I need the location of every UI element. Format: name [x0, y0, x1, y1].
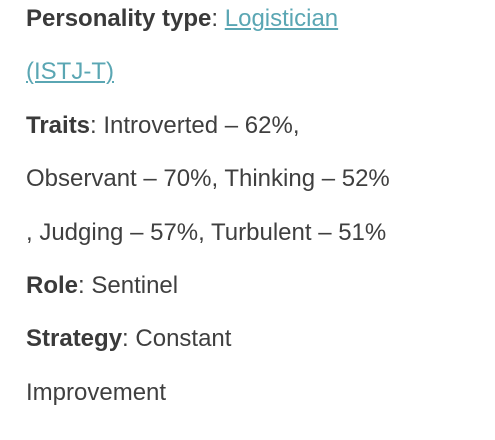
- strategy-line: Strategy: Constant: [26, 320, 466, 373]
- profile-details: Personality type: Logistician (ISTJ-T) T…: [26, 0, 466, 427]
- personality-type-separator: :: [211, 5, 225, 32]
- strategy-separator: :: [122, 325, 136, 353]
- traits-value-3: , Judging – 57%, Turbulent – 51%: [26, 218, 387, 246]
- personality-type-line-2: (ISTJ-T): [26, 53, 466, 106]
- strategy-label: Strategy: [26, 325, 123, 353]
- role-separator: :: [78, 271, 92, 299]
- traits-line-2: Observant – 70%, Thinking – 52%: [26, 160, 466, 213]
- traits-line-3: , Judging – 57%, Turbulent – 51%: [26, 214, 466, 267]
- strategy-value-2: Improvement: [26, 378, 167, 406]
- personality-type-label: Personality type: [26, 5, 212, 32]
- traits-separator: :: [90, 111, 104, 139]
- role-line: Role: Sentinel: [26, 267, 466, 320]
- personality-type-link[interactable]: Logistician: [225, 5, 338, 32]
- role-value: Sentinel: [91, 271, 179, 299]
- personality-type-line: Personality type: Logistician: [26, 0, 466, 53]
- role-label: Role: [26, 271, 79, 299]
- traits-value-2: Observant – 70%, Thinking – 52%: [26, 165, 390, 193]
- strategy-line-2: Improvement: [26, 374, 466, 427]
- strategy-value-1: Constant: [135, 325, 232, 353]
- traits-line: Traits: Introverted – 62%,: [26, 107, 466, 160]
- traits-value-1: Introverted – 62%,: [103, 111, 300, 139]
- traits-label: Traits: [26, 111, 91, 139]
- personality-code-link[interactable]: (ISTJ-T): [26, 58, 114, 85]
